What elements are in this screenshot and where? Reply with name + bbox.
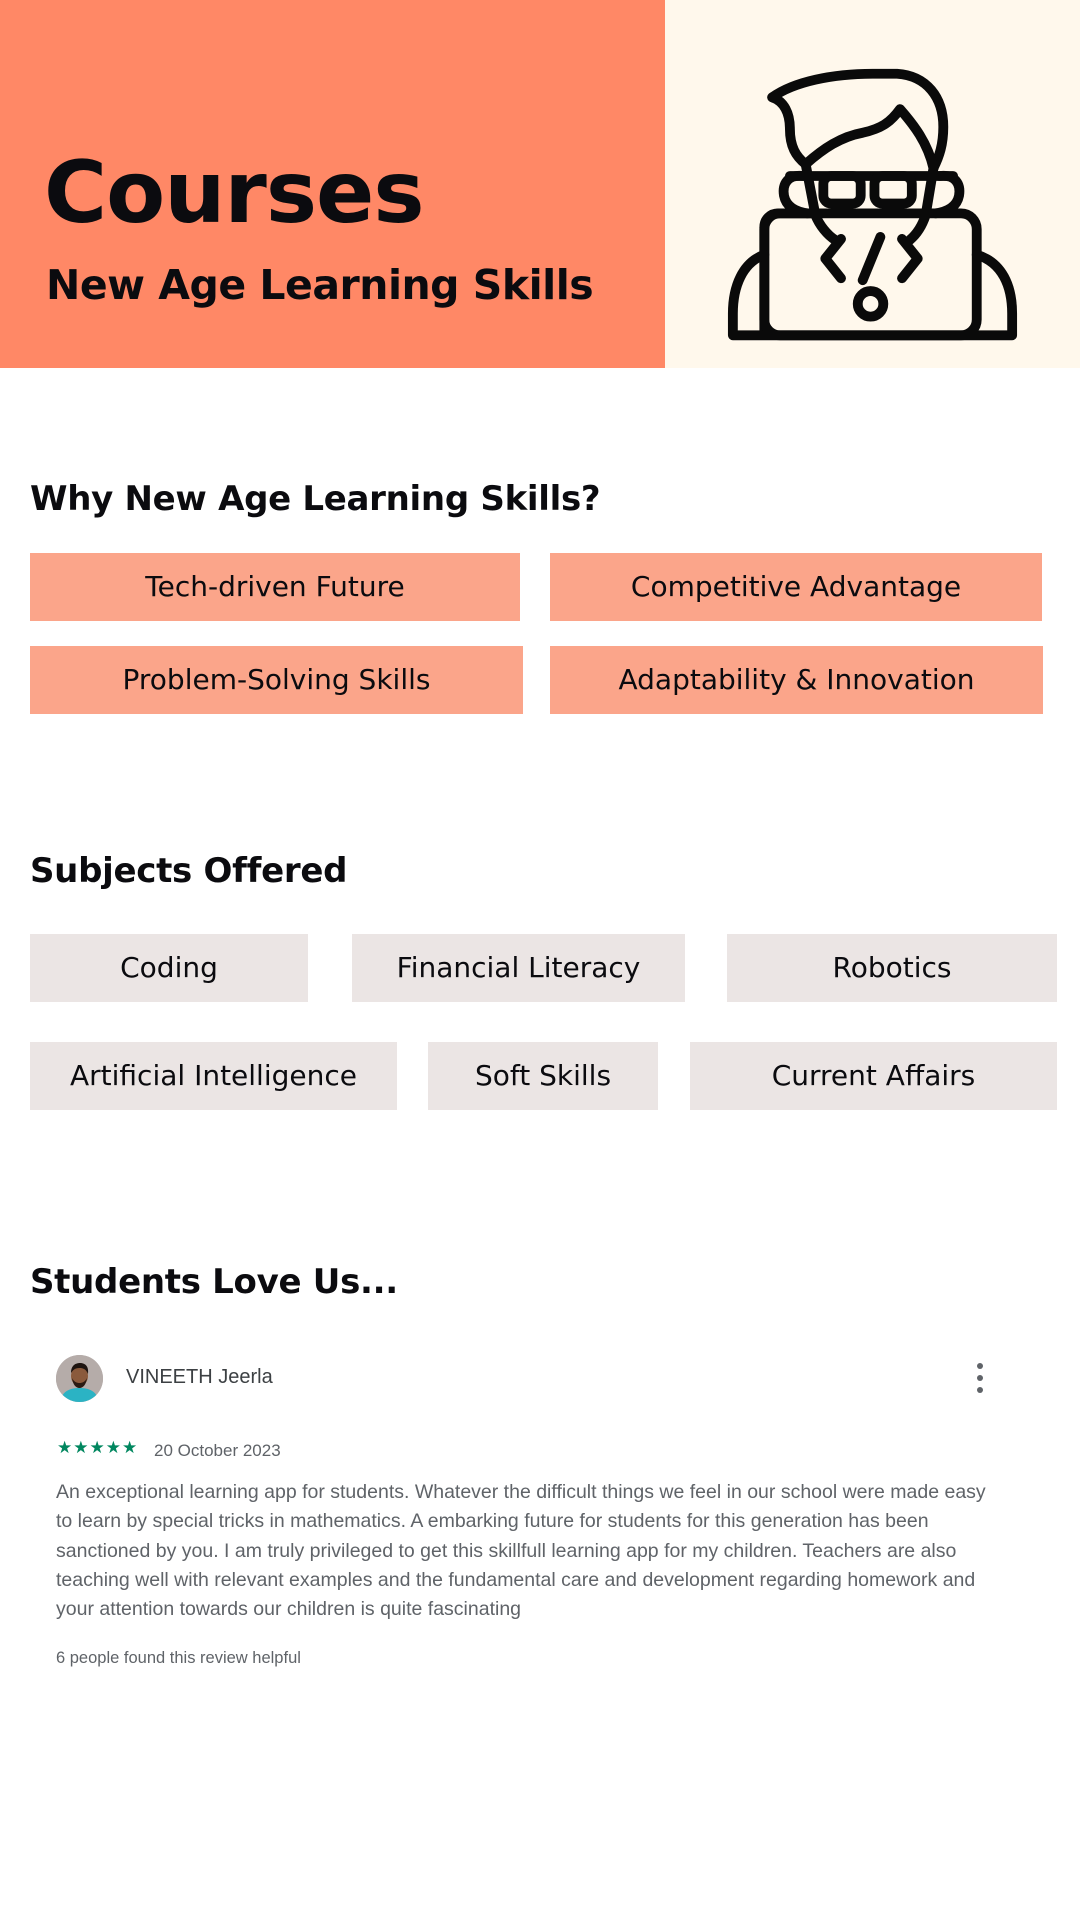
subject-artificial-intelligence[interactable]: Artificial Intelligence <box>30 1042 397 1110</box>
subject-financial-literacy[interactable]: Financial Literacy <box>352 934 685 1002</box>
star-rating: ★★★★★ <box>57 1438 139 1458</box>
subject-robotics[interactable]: Robotics <box>727 934 1057 1002</box>
more-vert-icon[interactable] <box>970 1363 990 1393</box>
review-text: An exceptional learning app for students… <box>56 1481 986 1621</box>
review-author-name: VINEETH Jeerla <box>126 1366 273 1388</box>
subject-current-affairs[interactable]: Current Affairs <box>690 1042 1057 1110</box>
avatar <box>56 1355 103 1402</box>
why-item-competitive-advantage[interactable]: Competitive Advantage <box>550 553 1042 621</box>
why-item-tech-driven-future[interactable]: Tech-driven Future <box>30 553 520 621</box>
avatar-photo-icon <box>56 1355 103 1402</box>
menu-dot <box>977 1375 983 1381</box>
menu-dot <box>977 1363 983 1369</box>
page-title: Courses <box>44 143 425 243</box>
review-helpful-count: 6 people found this review helpful <box>56 1649 301 1667</box>
testimonials-section-title: Students Love Us... <box>30 1262 398 1302</box>
subjects-section-title: Subjects Offered <box>30 851 348 891</box>
hero-banner: Courses New Age Learning Skills <box>0 0 1080 368</box>
why-section-title: Why New Age Learning Skills? <box>30 479 601 519</box>
why-item-adaptability-innovation[interactable]: Adaptability & Innovation <box>550 646 1043 714</box>
menu-dot <box>977 1387 983 1393</box>
page-subtitle: New Age Learning Skills <box>46 261 594 309</box>
subject-coding[interactable]: Coding <box>30 934 308 1002</box>
subject-soft-skills[interactable]: Soft Skills <box>428 1042 658 1110</box>
review-date: 20 October 2023 <box>154 1441 281 1460</box>
coder-avatar-icon <box>727 68 1018 341</box>
why-item-problem-solving-skills[interactable]: Problem-Solving Skills <box>30 646 523 714</box>
hero-left-panel: Courses New Age Learning Skills <box>0 0 665 368</box>
